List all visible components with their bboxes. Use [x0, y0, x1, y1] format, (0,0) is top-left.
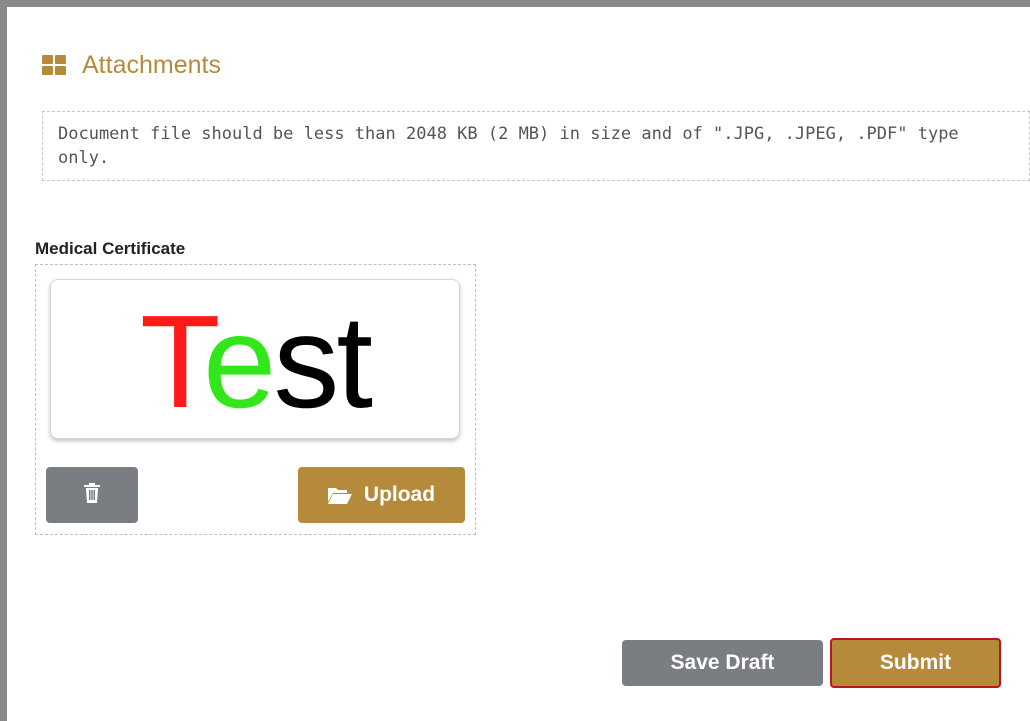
upload-button[interactable]: Upload — [298, 467, 465, 523]
preview-letter-e: e — [202, 288, 276, 435]
delete-button[interactable] — [46, 467, 138, 523]
grid-icon — [42, 55, 66, 75]
preview-image-text: Test — [140, 296, 373, 428]
preview-letters-st: st — [273, 288, 373, 435]
medical-certificate-label: Medical Certificate — [35, 239, 186, 258]
upload-label: Upload — [363, 483, 436, 506]
document-preview: Test — [50, 279, 460, 439]
section-title: Attachments — [82, 51, 221, 79]
trash-icon — [83, 482, 101, 508]
attachments-header: Attachments — [42, 51, 221, 79]
submit-button[interactable]: Submit — [830, 638, 1001, 688]
preview-letter-t: T — [139, 288, 206, 435]
main-panel: Attachments Document file should be less… — [0, 0, 1030, 721]
folder-open-icon — [327, 486, 352, 504]
save-draft-button[interactable]: Save Draft — [622, 640, 823, 686]
file-requirements-notice: Document file should be less than 2048 K… — [42, 111, 1030, 181]
medical-certificate-upload-box: Test Upload — [35, 264, 476, 535]
